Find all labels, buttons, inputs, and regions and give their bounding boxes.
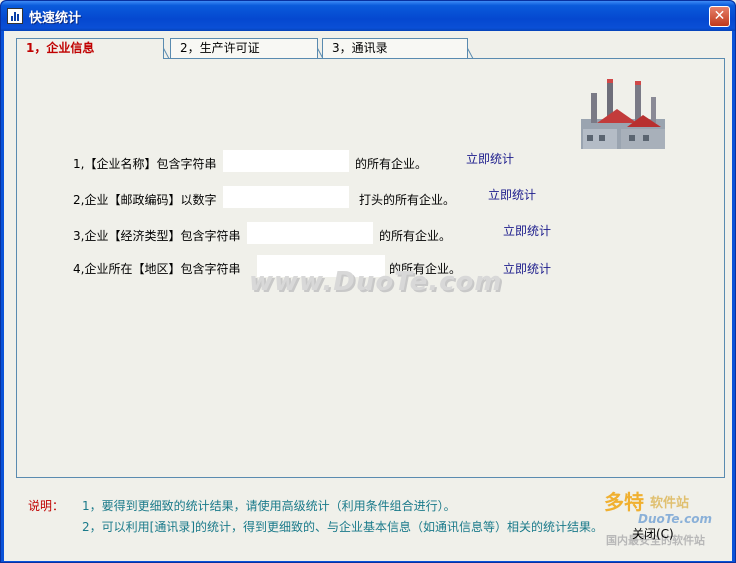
client-area: 1，企业信息 2，生产许可证 3，通讯录 1,【企业名称】包含字符串 的所有企业… xyxy=(4,31,732,561)
close-icon[interactable]: ✕ xyxy=(709,6,730,27)
title-bar[interactable]: 快速统计 ✕ xyxy=(1,1,735,31)
row-3-suffix: 的所有企业。 xyxy=(379,229,452,243)
duote-logo: 多特 软件站 DuoTe.com 国内最安全的软件站 xyxy=(602,486,732,556)
economy-type-input[interactable] xyxy=(247,222,373,244)
row-2-suffix: 打头的所有企业。 xyxy=(359,193,456,207)
site-watermark: www.DuoTe.com xyxy=(249,267,503,297)
note-line-1: 1，要得到更细致的统计结果，请使用高级统计（利用条件组合进行）。 xyxy=(82,499,456,513)
chart-icon xyxy=(7,8,23,24)
postal-code-input[interactable] xyxy=(223,186,349,208)
tab-panel: 1,【企业名称】包含字符串 的所有企业。 立即统计 2,企业【邮政编码】以数字 … xyxy=(16,58,725,478)
stat-button-2[interactable]: 立即统计 xyxy=(488,186,536,203)
stat-button-3[interactable]: 立即统计 xyxy=(503,222,551,239)
logo-sub: 软件站 xyxy=(650,496,690,511)
logo-url: DuoTe.com xyxy=(638,512,712,526)
stat-button-4[interactable]: 立即统计 xyxy=(503,260,551,277)
row-1-prefix: 1,【企业名称】包含字符串 xyxy=(73,157,217,171)
row-3-prefix: 3,企业【经济类型】包含字符串 xyxy=(73,229,241,243)
stat-button-1[interactable]: 立即统计 xyxy=(466,150,514,167)
company-name-input[interactable] xyxy=(223,150,349,172)
tab-label: 2，生产许可证 xyxy=(180,41,260,55)
row-4-prefix: 4,企业所在【地区】包含字符串 xyxy=(73,262,241,276)
note-line-2: 2，可以利用[通讯录]的统计，得到更细致的、与企业基本信息（如通讯信息等）相关的… xyxy=(82,520,604,534)
tab-production-license[interactable]: 2，生产许可证 xyxy=(170,38,318,58)
notes-title: 说明： xyxy=(28,499,65,513)
tab-company-info[interactable]: 1，企业信息 xyxy=(16,38,164,59)
window-title: 快速统计 xyxy=(29,11,82,26)
logo-brand: 多特 xyxy=(604,490,644,514)
factory-icon xyxy=(581,79,665,149)
tab-label: 3，通讯录 xyxy=(332,41,388,55)
close-button[interactable]: 关闭(C) xyxy=(632,525,674,542)
tab-label: 1，企业信息 xyxy=(26,41,95,55)
app-window: 快速统计 ✕ 1，企业信息 2，生产许可证 3，通讯录 1,【企业名称】包含字符… xyxy=(0,0,736,563)
row-2-prefix: 2,企业【邮政编码】以数字 xyxy=(73,193,217,207)
tab-contacts[interactable]: 3，通讯录 xyxy=(322,38,468,58)
row-1-suffix: 的所有企业。 xyxy=(355,157,428,171)
